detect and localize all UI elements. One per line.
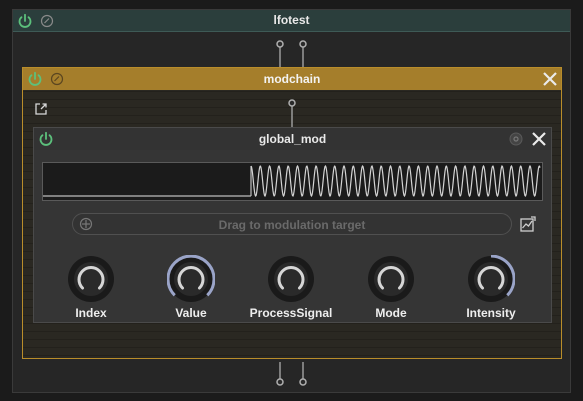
knob-dial[interactable]	[167, 255, 215, 303]
waveform-display	[42, 162, 543, 201]
lfotest-header: lfotest	[13, 10, 570, 32]
modulation-drag-target[interactable]: Drag to modulation target	[72, 213, 512, 235]
input-connectors	[276, 40, 307, 68]
knob-mode[interactable]: Mode	[346, 255, 436, 320]
add-modulation-icon[interactable]	[519, 215, 537, 238]
close-icon[interactable]	[531, 131, 547, 152]
modchain-header: modchain	[23, 68, 561, 90]
knob-dial[interactable]	[67, 255, 115, 303]
close-icon[interactable]	[542, 71, 558, 92]
popout-icon[interactable]	[34, 102, 48, 121]
knob-label: Value	[175, 306, 207, 320]
output-connectors	[276, 362, 307, 386]
knob-label: ProcessSignal	[249, 306, 333, 320]
settings-icon[interactable]	[508, 131, 524, 152]
knob-index[interactable]: Index	[46, 255, 136, 320]
global-mod-header: global_mod	[34, 128, 551, 151]
knob-intensity[interactable]: Intensity	[446, 255, 536, 320]
knob-value[interactable]: Value	[146, 255, 236, 320]
knob-dial[interactable]	[467, 255, 515, 303]
knob-label: Mode	[375, 306, 407, 320]
knob-dial[interactable]	[267, 255, 315, 303]
knob-dial[interactable]	[367, 255, 415, 303]
drag-target-label: Drag to modulation target	[218, 218, 366, 232]
knob-label: Index	[75, 306, 107, 320]
modchain-title: modchain	[263, 72, 321, 86]
global-mod-title: global_mod	[258, 132, 327, 146]
global-mod-body: Drag to modulation target Index Value Pr…	[34, 150, 551, 322]
lfotest-title: lfotest	[273, 13, 310, 27]
global-mod-panel: global_mod Drag to modulation target Ind…	[33, 127, 552, 323]
knob-label: Intensity	[466, 306, 516, 320]
modchain-connector	[288, 99, 296, 127]
knob-processsignal[interactable]: ProcessSignal	[246, 255, 336, 320]
